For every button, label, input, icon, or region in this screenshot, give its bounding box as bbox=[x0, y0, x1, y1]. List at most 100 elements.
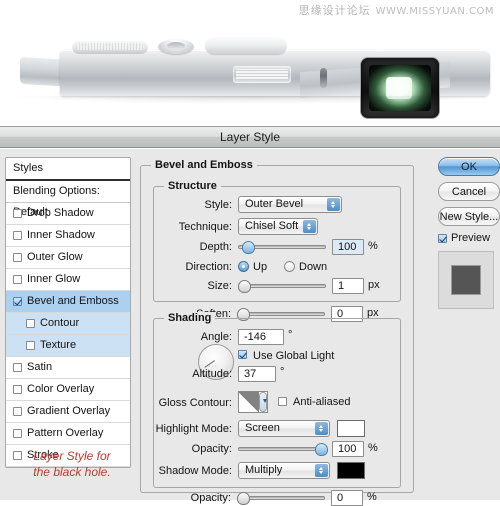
highlight-color-swatch[interactable] bbox=[337, 420, 365, 437]
style-label: Style: bbox=[204, 199, 232, 211]
checkbox-use-global-light[interactable] bbox=[238, 350, 247, 359]
shadow-color-swatch[interactable] bbox=[337, 462, 365, 479]
highlight-mode-select[interactable]: Screen bbox=[238, 420, 330, 437]
shadow-opacity-input[interactable]: 0 bbox=[331, 490, 363, 506]
style-select[interactable]: Outer Bevel bbox=[238, 196, 342, 213]
radio-direction-up[interactable] bbox=[238, 261, 249, 272]
depth-slider-thumb[interactable] bbox=[242, 241, 255, 254]
radio-direction-down[interactable] bbox=[284, 261, 295, 272]
new-style-button[interactable]: New Style... bbox=[438, 207, 500, 226]
checkbox-bevel-and-emboss[interactable] bbox=[13, 297, 22, 306]
cancel-button[interactable]: Cancel bbox=[438, 182, 500, 201]
sidebar-item-color-overlay[interactable]: Color Overlay bbox=[6, 379, 130, 401]
sidebar-item-bevel-and-emboss[interactable]: Bevel and Emboss bbox=[6, 291, 130, 313]
styles-list: Styles Blending Options: Default Drop Sh… bbox=[5, 157, 131, 468]
checkbox-gradient-overlay[interactable] bbox=[13, 407, 22, 416]
camera-lens-glass bbox=[369, 65, 431, 111]
shadow-mode-label: Shadow Mode: bbox=[158, 465, 232, 477]
chevron-updown-icon[interactable] bbox=[327, 198, 340, 211]
shadow-mode-select[interactable]: Multiply bbox=[238, 462, 330, 479]
chevron-down-icon[interactable] bbox=[259, 392, 267, 412]
highlight-mode-value: Screen bbox=[245, 422, 280, 434]
angle-label: Angle: bbox=[200, 331, 232, 343]
sidebar-label-drop-shadow: Drop Shadow bbox=[27, 207, 94, 219]
size-slider[interactable] bbox=[238, 279, 326, 293]
sidebar-item-outer-glow[interactable]: Outer Glow bbox=[6, 247, 130, 269]
altitude-unit: ° bbox=[280, 366, 285, 378]
dialog-buttons: OK Cancel New Style... Preview bbox=[438, 157, 500, 309]
checkbox-anti-aliased[interactable] bbox=[278, 397, 287, 406]
sidebar-item-gradient-overlay[interactable]: Gradient Overlay bbox=[6, 401, 130, 423]
size-value: 1 bbox=[338, 280, 345, 292]
checkbox-drop-shadow[interactable] bbox=[13, 209, 22, 218]
size-input[interactable]: 1 bbox=[332, 278, 364, 294]
watermark-url: WWW.MISSYUAN.COM bbox=[375, 6, 494, 17]
shadow-opacity-thumb[interactable] bbox=[237, 492, 250, 505]
highlight-opacity-slider[interactable] bbox=[238, 442, 328, 456]
sidebar-label-contour: Contour bbox=[40, 317, 80, 329]
sidebar-item-blending-options[interactable]: Blending Options: Default bbox=[6, 181, 130, 218]
camera-side-button bbox=[320, 68, 327, 88]
sidebar-label-outer-glow: Outer Glow bbox=[27, 251, 83, 263]
altitude-value: 37 bbox=[244, 368, 257, 380]
angle-unit: ° bbox=[288, 329, 293, 341]
depth-label: Depth: bbox=[199, 241, 232, 253]
sidebar-item-inner-shadow[interactable]: Inner Shadow bbox=[6, 225, 130, 247]
soften-slider-track[interactable] bbox=[237, 312, 325, 316]
style-value: Outer Bevel bbox=[245, 198, 304, 210]
technique-select[interactable]: Chisel Soft bbox=[238, 218, 318, 235]
size-slider-thumb[interactable] bbox=[238, 280, 251, 293]
sidebar-label-satin: Satin bbox=[27, 361, 53, 373]
direction-label: Direction: bbox=[185, 261, 232, 273]
highlight-opacity-unit: % bbox=[368, 442, 378, 454]
sidebar-item-texture[interactable]: Texture bbox=[6, 335, 130, 357]
styles-sidebar: Styles Blending Options: Default Drop Sh… bbox=[5, 157, 131, 479]
sidebar-label-texture: Texture bbox=[40, 339, 77, 351]
chevron-updown-icon[interactable] bbox=[315, 422, 328, 435]
checkbox-pattern-overlay[interactable] bbox=[13, 429, 22, 438]
highlight-opacity-track[interactable] bbox=[238, 447, 326, 451]
camera-mode-dial bbox=[158, 38, 194, 54]
altitude-input[interactable]: 37 bbox=[238, 366, 276, 382]
direction-down-label: Down bbox=[299, 261, 328, 273]
sidebar-label-inner-glow: Inner Glow bbox=[27, 273, 81, 285]
highlight-opacity-thumb[interactable] bbox=[315, 443, 328, 456]
preview-thumbnail bbox=[438, 251, 494, 309]
checkbox-satin[interactable] bbox=[13, 363, 22, 372]
checkbox-inner-glow[interactable] bbox=[13, 275, 22, 284]
depth-input[interactable]: 100 bbox=[332, 239, 364, 255]
highlight-opacity-input[interactable]: 100 bbox=[332, 441, 364, 457]
angle-input[interactable]: -146 bbox=[238, 329, 284, 345]
highlight-mode-label: Highlight Mode: bbox=[155, 423, 232, 435]
bevel-emboss-group-title: Bevel and Emboss bbox=[151, 159, 257, 171]
layer-style-screenshot: 思缘设计论坛 WWW.MISSYUAN.COM Layer Style Style… bbox=[0, 0, 500, 506]
chevron-updown-icon[interactable] bbox=[315, 464, 328, 477]
checkbox-preview[interactable] bbox=[438, 233, 447, 243]
watermark: 思缘设计论坛 WWW.MISSYUAN.COM bbox=[299, 2, 494, 18]
checkbox-inner-shadow[interactable] bbox=[13, 231, 22, 240]
checkbox-texture[interactable] bbox=[26, 341, 35, 350]
sidebar-item-contour[interactable]: Contour bbox=[6, 313, 130, 335]
sidebar-item-inner-glow[interactable]: Inner Glow bbox=[6, 269, 130, 291]
gloss-contour-picker[interactable] bbox=[238, 391, 268, 413]
shading-group: Shading Angle: -146 ° ··· Use Global Lig… bbox=[153, 312, 401, 488]
checkbox-outer-glow[interactable] bbox=[13, 253, 22, 262]
sidebar-item-pattern-overlay[interactable]: Pattern Overlay bbox=[6, 423, 130, 445]
camera-illustration bbox=[20, 32, 490, 118]
preview-toggle[interactable]: Preview bbox=[438, 232, 498, 244]
sidebar-item-satin[interactable]: Satin bbox=[6, 357, 130, 379]
camera-photo: 思缘设计论坛 WWW.MISSYUAN.COM bbox=[0, 0, 500, 124]
depth-unit: % bbox=[368, 240, 378, 252]
shadow-opacity-track[interactable] bbox=[237, 496, 325, 500]
shadow-opacity-unit: % bbox=[367, 491, 377, 503]
styles-header: Styles bbox=[6, 158, 130, 181]
checkbox-contour[interactable] bbox=[26, 319, 35, 328]
size-slider-track[interactable] bbox=[238, 284, 326, 288]
checkbox-color-overlay[interactable] bbox=[13, 385, 22, 394]
preview-label: Preview bbox=[451, 232, 491, 244]
shadow-opacity-slider[interactable] bbox=[237, 491, 325, 505]
depth-slider[interactable] bbox=[238, 240, 326, 254]
ok-button[interactable]: OK bbox=[438, 157, 500, 176]
chevron-updown-icon[interactable] bbox=[303, 220, 316, 233]
annotation-line-1: Layer Style for bbox=[33, 449, 111, 463]
